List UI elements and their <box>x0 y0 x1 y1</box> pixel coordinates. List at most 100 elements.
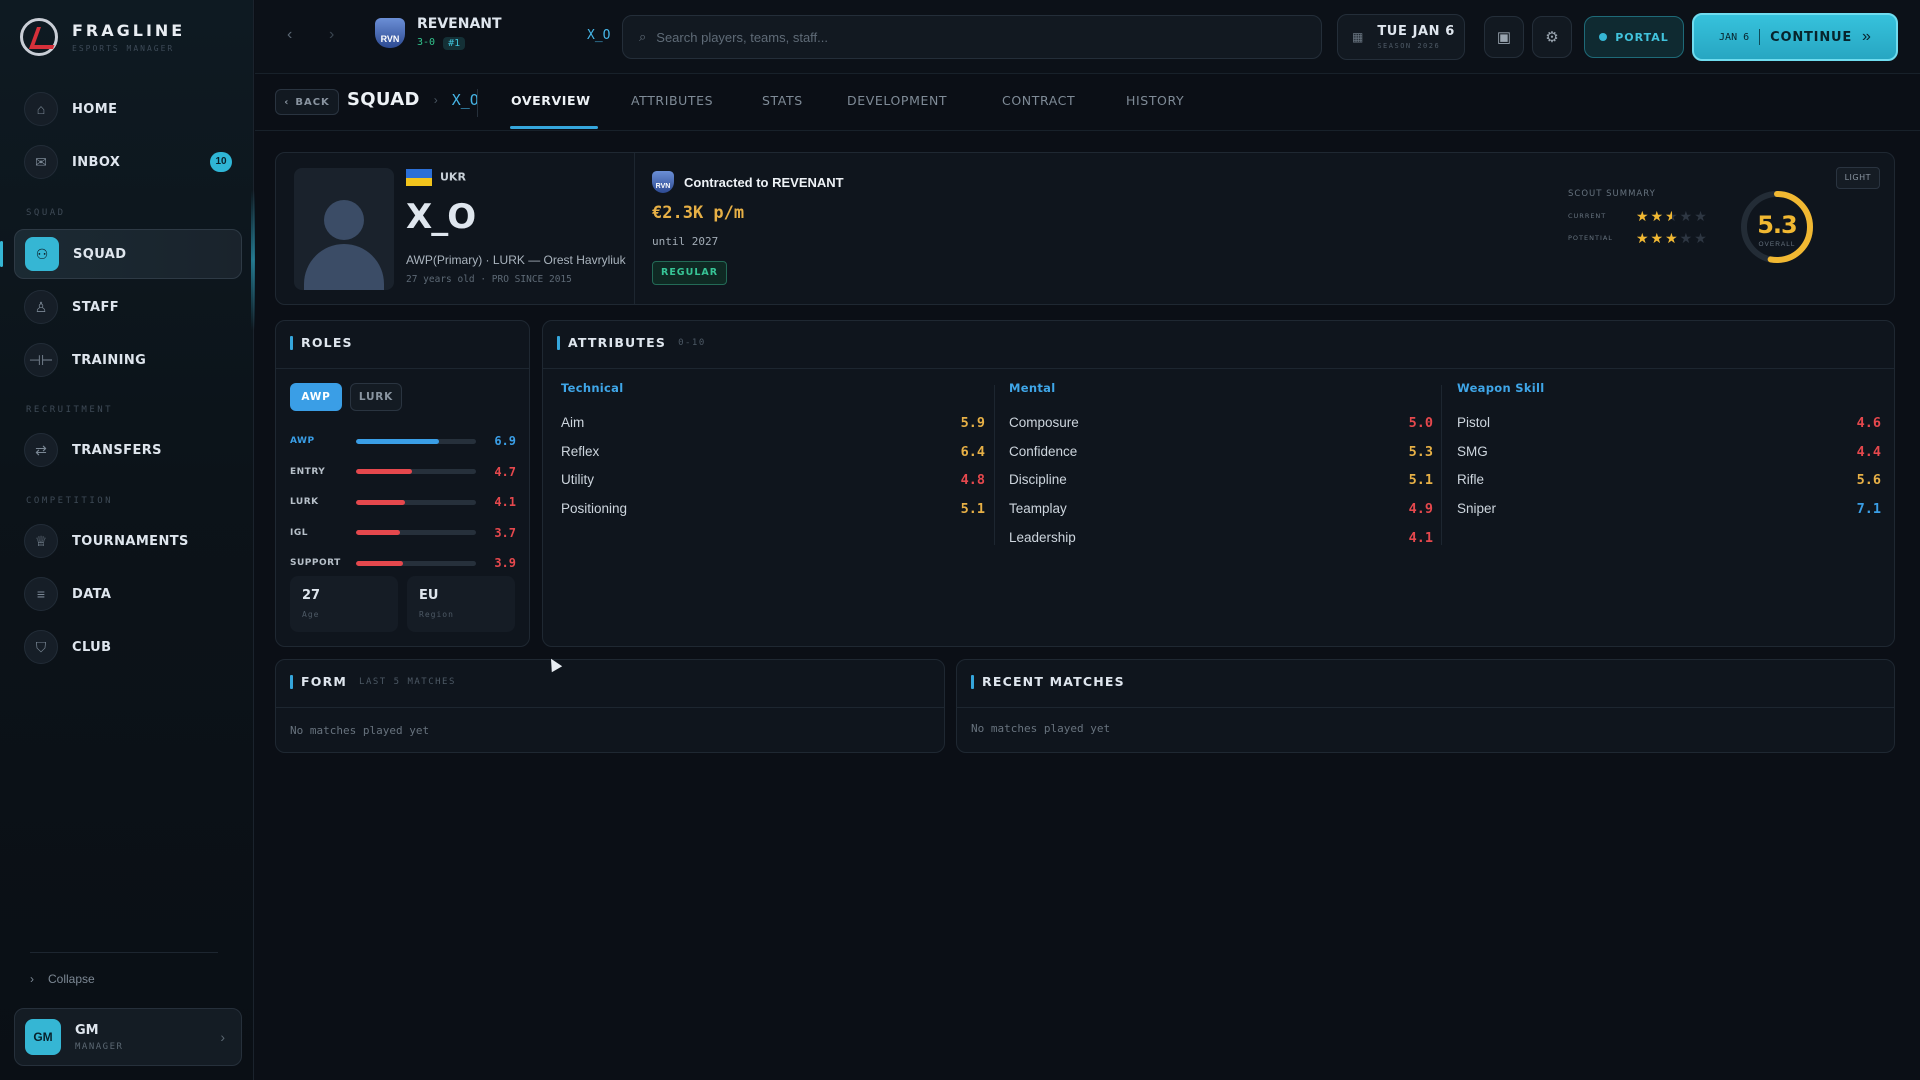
attribute-value: 5.1 <box>960 501 985 518</box>
scout-current-row: CURRENT ★★★★★★★★★★ <box>1568 209 1709 223</box>
tab-history[interactable]: HISTORY <box>1126 93 1184 108</box>
attribute-row: Leadership 4.1 <box>1009 530 1433 559</box>
sidebar-item-home[interactable]: ⌂ HOME <box>14 84 242 134</box>
divider <box>30 952 218 953</box>
settings-button[interactable]: ⚙ <box>1532 16 1572 58</box>
attribute-name: Discipline <box>1009 472 1067 488</box>
player-roles-line: AWP(Primary) · LURK — Orest Havryliuk <box>406 253 626 267</box>
role-value: 4.7 <box>494 464 516 479</box>
collapse-sidebar-button[interactable]: › Collapse <box>30 972 95 986</box>
role-pill-awp[interactable]: AWP <box>290 383 342 411</box>
dumbbell-icon: ⊣⊢ <box>24 343 58 377</box>
player-subnav: ‹ BACK SQUAD › X_O OVERVIEW ATTRIBUTES S… <box>255 75 1920 131</box>
scout-potential-row: POTENTIAL ★★★★★★★★★★ <box>1568 231 1709 245</box>
nav-forward-arrow-icon[interactable]: › <box>329 26 334 44</box>
attribute-value: 4.9 <box>1408 501 1433 518</box>
attribute-row: Reflex 6.4 <box>561 444 985 473</box>
sidebar-item-tournaments[interactable]: ♕ TOURNAMENTS <box>14 516 242 566</box>
sidebar-item-transfers[interactable]: ⇄ TRANSFERS <box>14 425 242 475</box>
team-summary[interactable]: RVN REVENANT 3-0 #1 <box>375 16 502 50</box>
scout-summary-title: SCOUT SUMMARY <box>1568 189 1656 199</box>
status-badge: REGULAR <box>652 261 728 285</box>
avatar: GM <box>25 1019 61 1055</box>
attribute-value: 6.4 <box>960 443 985 460</box>
form-empty-message: No matches played yet <box>290 724 430 737</box>
role-pill-lurk[interactable]: LURK <box>350 383 402 411</box>
sidebar-item-training[interactable]: ⊣⊢ TRAINING <box>14 335 242 385</box>
role-value: 3.7 <box>494 525 516 540</box>
season-label: SEASON 2026 <box>1377 42 1441 50</box>
attribute-group-weapon-skill: Weapon Skill Pistol 4.6 SMG 4.4 Rifle 5.6 Snipe… <box>1457 381 1881 530</box>
chevron-right-icon: › <box>30 972 34 986</box>
attribute-name: Pistol <box>1457 415 1491 430</box>
attribute-name: Positioning <box>561 501 628 517</box>
sidebar-item-inbox[interactable]: ✉ INBOX 10 <box>14 137 242 187</box>
chevron-right-icon: › <box>220 1029 225 1045</box>
sidebar-item-data[interactable]: ≡ DATA <box>14 569 242 619</box>
attribute-row: Utility 4.8 <box>561 472 985 501</box>
current-player-tag: X_O <box>587 28 611 43</box>
potential-stars: ★★★★★★★★★★ <box>1636 230 1709 246</box>
search-input[interactable] <box>656 29 1257 45</box>
team-rank-badge: #1 <box>443 37 466 50</box>
theme-toggle-button[interactable]: LIGHT <box>1835 167 1880 189</box>
user-role: MANAGER <box>75 1041 124 1052</box>
role-value: 3.9 <box>494 556 516 571</box>
attribute-value: 5.3 <box>1408 443 1433 460</box>
role-bar-fill <box>356 469 413 475</box>
date-display[interactable]: ▦ TUE JAN 6 SEASON 2026 <box>1337 14 1465 60</box>
back-button[interactable]: ‹ BACK <box>275 89 339 115</box>
attribute-name: Rifle <box>1457 472 1485 488</box>
role-name: LURK <box>290 497 319 508</box>
scout-current-label: CURRENT <box>1568 212 1607 220</box>
age-label: Age <box>302 610 320 619</box>
tab-development[interactable]: DEVELOPMENT <box>847 93 947 108</box>
sidebar-item-club[interactable]: ⛉ CLUB <box>14 622 242 672</box>
brand-name: FRAGLINE <box>72 21 186 40</box>
nav-back-arrow-icon[interactable]: ‹ <box>287 26 292 44</box>
role-bar <box>356 438 476 444</box>
tab-overview[interactable]: OVERVIEW <box>511 93 591 108</box>
salary: €2.3K p/m <box>652 203 745 223</box>
role-row-awp: AWP 6.9 <box>290 431 516 451</box>
user-profile-card[interactable]: GM GM MANAGER › <box>14 1008 242 1066</box>
attribute-value: 5.6 <box>1856 472 1881 489</box>
breadcrumb-player: X_O <box>451 90 479 109</box>
attribute-name: Teamplay <box>1009 501 1067 517</box>
sidebar-item-squad[interactable]: ⚇ SQUAD <box>14 229 242 279</box>
role-row-igl: IGL 3.7 <box>290 523 516 543</box>
current-date: TUE JAN 6 <box>1377 24 1455 39</box>
attribute-row: Composure 5.0 <box>1009 415 1433 444</box>
region-label: Region <box>419 610 454 619</box>
brand-subtitle: ESPORTS MANAGER <box>72 44 175 53</box>
role-bar-fill <box>356 438 439 444</box>
section-label: RECRUITMENT <box>26 405 114 415</box>
active-indicator <box>0 241 3 267</box>
gear-icon: ⚙ <box>1545 29 1559 46</box>
tab-attributes[interactable]: ATTRIBUTES <box>631 93 713 108</box>
shield-icon: ⛉ <box>24 630 58 664</box>
sidebar-item-staff[interactable]: ♙ STAFF <box>14 282 242 332</box>
tab-contract[interactable]: CONTRACT <box>1002 93 1075 108</box>
active-tab-underline <box>510 126 598 129</box>
user-icon: ♙ <box>24 290 58 324</box>
player-portrait <box>294 168 394 290</box>
attribute-row: SMG 4.4 <box>1457 444 1881 473</box>
breadcrumb-section[interactable]: SQUAD <box>347 89 420 110</box>
tab-stats[interactable]: STATS <box>762 93 803 108</box>
attribute-name: Confidence <box>1009 443 1078 459</box>
section-label: SQUAD <box>26 208 66 218</box>
users-icon: ⚇ <box>25 237 59 271</box>
sidebar-item-label: INBOX <box>72 154 121 170</box>
contract-until: until 2027 <box>652 235 719 248</box>
breadcrumb: SQUAD › X_O <box>347 89 479 110</box>
portal-button[interactable]: PORTAL <box>1584 16 1684 58</box>
attribute-row: Pistol 4.6 <box>1457 415 1881 444</box>
roles-title: ROLES <box>301 335 353 350</box>
database-icon: ≡ <box>24 577 58 611</box>
mail-icon: ✉ <box>24 145 58 179</box>
continue-button[interactable]: JAN 6 CONTINUE » <box>1692 13 1898 61</box>
save-icon: ▣ <box>1496 29 1512 46</box>
attributes-panel: ATTRIBUTES 0-10 Technical Aim 5.9 Reflex 6.4 U… <box>542 320 1895 647</box>
save-button[interactable]: ▣ <box>1484 16 1524 58</box>
